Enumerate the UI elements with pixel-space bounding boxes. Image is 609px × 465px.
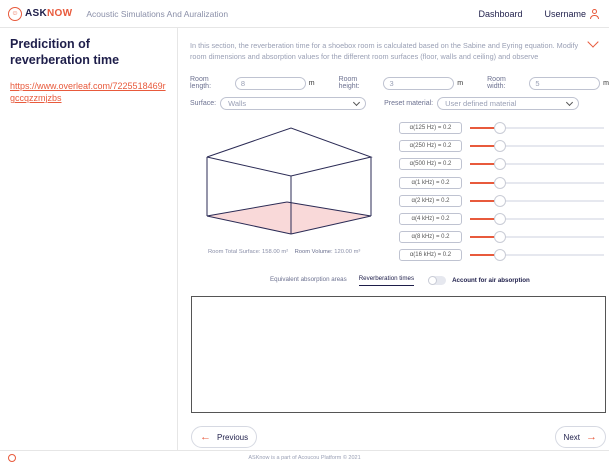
absorption-row: α(250 Hz) = 0.2 <box>399 140 604 153</box>
room-width-input[interactable]: 5 <box>529 76 601 90</box>
chevron-down-icon <box>566 98 574 107</box>
absorption-slider[interactable] <box>470 122 604 134</box>
previous-button[interactable]: ← Previous <box>191 426 258 448</box>
top-bar: ☺ ASKNOW Acoustic Simulations And Aurali… <box>0 0 609 28</box>
arrow-right-icon: → <box>586 431 597 443</box>
user-icon[interactable] <box>590 8 599 20</box>
room-width-unit: m <box>603 79 609 87</box>
room-height-unit: m <box>457 79 464 87</box>
nav-right: Dashboard Username <box>478 0 599 28</box>
room-volume-label: Room Volume: <box>294 249 333 255</box>
room-floor <box>207 202 371 234</box>
absorption-slider[interactable] <box>470 249 604 262</box>
absorption-row: α(2 kHz) = 0.2 <box>399 194 604 207</box>
room-length-label: Room length: <box>190 76 212 90</box>
absorption-slider[interactable] <box>470 231 604 244</box>
room-3d-diagram <box>206 127 373 235</box>
room-width-label: Room width: <box>487 76 506 90</box>
absorption-value-box[interactable]: α(500 Hz) = 0.2 <box>399 158 462 171</box>
tab-reverberation-times[interactable]: Reverberation times <box>358 275 415 286</box>
room-surface-value: 158.00 m² <box>262 249 289 255</box>
absorption-row: α(500 Hz) = 0.2 <box>399 158 604 171</box>
absorption-value-box[interactable]: α(4 kHz) = 0.2 <box>399 213 462 225</box>
logo[interactable]: ☺ ASKNOW <box>8 6 73 21</box>
absorption-value-box[interactable]: α(125 Hz) = 0.2 <box>399 122 462 134</box>
footer-text: ASKnow is a part of Acoucou Platform © 2… <box>248 455 361 461</box>
slider-thumb[interactable] <box>493 122 506 134</box>
surface-select-value: Walls <box>228 99 247 108</box>
previous-label: Previous <box>217 432 249 442</box>
slider-thumb[interactable] <box>493 176 506 189</box>
room-height-label: Room height: <box>338 76 360 90</box>
room-info: Room Total Surface: 158.00 m² Room Volum… <box>208 249 360 255</box>
slider-thumb[interactable] <box>493 194 506 207</box>
absorption-slider[interactable] <box>470 140 604 153</box>
preset-material-select[interactable]: User defined material <box>437 97 580 110</box>
surface-row: Surface: Walls Preset material: User def… <box>190 97 580 110</box>
air-absorption-label: Account for air absorption <box>452 277 530 284</box>
slider-thumb[interactable] <box>493 231 506 244</box>
logo-text: ASKNOW <box>25 8 73 19</box>
absorption-value-box[interactable]: α(16 kHz) = 0.2 <box>399 249 462 262</box>
room-length-unit: m <box>308 79 315 87</box>
arrow-left-icon: ← <box>200 431 211 443</box>
air-absorption-toggle[interactable] <box>428 276 447 285</box>
absorption-value-box[interactable]: α(8 kHz) = 0.2 <box>399 231 462 244</box>
footer-logo-icon <box>8 454 16 462</box>
absorption-row: α(1 kHz) = 0.2 <box>399 176 604 189</box>
collapse-chevron-icon[interactable] <box>587 36 599 48</box>
dashboard-link[interactable]: Dashboard <box>478 9 522 19</box>
absorption-value-box[interactable]: α(250 Hz) = 0.2 <box>399 140 462 153</box>
tab-equivalent-absorption[interactable]: Equivalent absorption areas <box>270 276 347 286</box>
dimensions-row: Room length: 8 m Room height: 3 m Room w… <box>190 76 609 90</box>
absorption-row: α(8 kHz) = 0.2 <box>399 231 604 244</box>
room-height-input[interactable]: 3 <box>383 76 455 90</box>
app-title: Acoustic Simulations And Auralization <box>86 8 229 19</box>
slider-thumb[interactable] <box>493 140 506 153</box>
surface-select[interactable]: Walls <box>220 97 367 110</box>
absorption-row: α(125 Hz) = 0.2 <box>399 122 604 134</box>
absorption-slider[interactable] <box>470 176 604 189</box>
absorption-value-box[interactable]: α(2 kHz) = 0.2 <box>399 194 462 207</box>
room-surface-label: Room Total Surface: <box>208 249 261 255</box>
main-panel: In this section, the reverberation time … <box>178 28 609 450</box>
slider-thumb[interactable] <box>493 249 506 262</box>
preset-material-label: Preset material: <box>384 100 434 107</box>
footer: ASKnow is a part of Acoucou Platform © 2… <box>0 450 609 465</box>
absorption-slider[interactable] <box>470 194 604 207</box>
next-label: Next <box>563 432 580 442</box>
surface-label: Surface: <box>190 100 217 107</box>
overleaf-link[interactable]: https://www.overleaf.com/7225518469rgccq… <box>10 80 167 104</box>
slider-thumb[interactable] <box>493 213 506 225</box>
slider-thumb[interactable] <box>493 158 506 171</box>
sidebar: Predicition of reverberation time https:… <box>0 28 178 450</box>
absorption-value-box[interactable]: α(1 kHz) = 0.2 <box>399 176 462 189</box>
absorption-slider[interactable] <box>470 213 604 225</box>
page-title: Predicition of reverberation time <box>10 37 120 67</box>
username-link[interactable]: Username <box>544 9 586 19</box>
intro-text: In this section, the reverberation time … <box>190 41 579 61</box>
room-length-input[interactable]: 8 <box>234 76 306 90</box>
result-plot-area <box>191 296 606 413</box>
room-volume-value: 120.00 m³ <box>334 249 361 255</box>
chevron-down-icon <box>353 98 361 107</box>
absorption-slider[interactable] <box>470 158 604 171</box>
next-button[interactable]: Next → <box>554 426 606 448</box>
absorption-row: α(4 kHz) = 0.2 <box>399 213 604 225</box>
logo-icon: ☺ <box>8 6 22 21</box>
result-tabs: Equivalent absorption areas Reverberatio… <box>270 275 530 286</box>
absorption-row: α(16 kHz) = 0.2 <box>399 249 604 262</box>
preset-material-value: User defined material <box>445 99 517 108</box>
